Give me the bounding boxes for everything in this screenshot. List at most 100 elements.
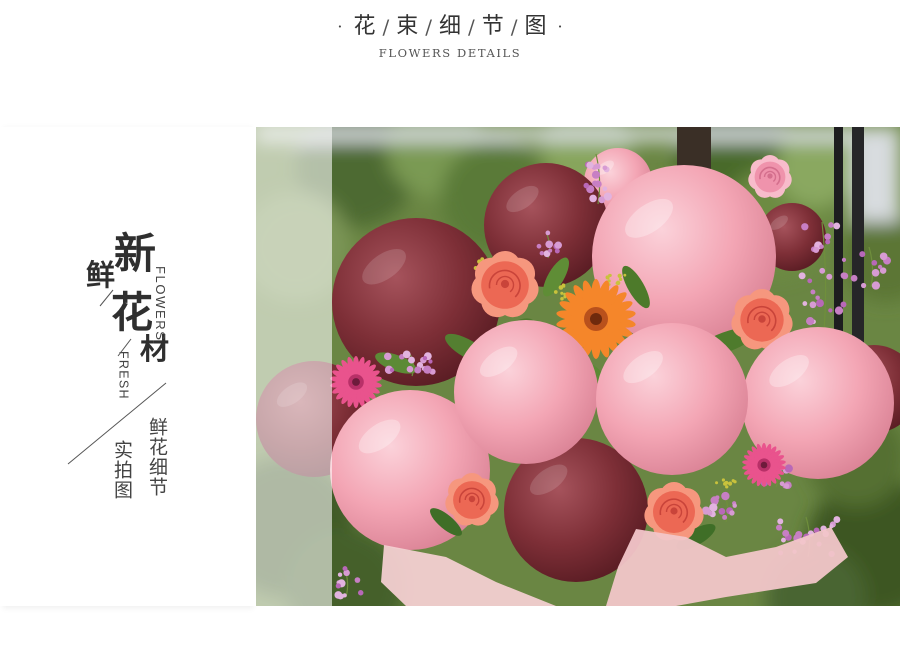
statice-floret [337,572,343,577]
statice-floret [337,594,343,600]
statice-floret [871,268,880,277]
statice-floret [802,301,808,306]
statice-floret [354,577,361,583]
rose-bud [767,173,773,179]
filler-bud [715,481,719,485]
statice-floret [841,272,849,280]
title-separator: / [425,15,432,39]
statice-floret [545,240,554,249]
balloon-body [454,320,598,464]
bouquet-photo [256,127,900,606]
statice-floret [586,161,594,169]
long-diagonal-line [67,382,167,465]
statice-floret [709,503,718,512]
pink-balloon [596,323,748,475]
statice-floret [732,503,737,508]
statice-floret [810,289,816,295]
filler-bud [724,480,729,485]
statice-floret [722,514,728,520]
title-char: 节 [481,14,504,39]
statice-floret [591,170,601,179]
gerbera-eye [590,313,602,325]
statice-floret [539,251,545,256]
statice-floret [602,165,608,171]
title-bullet-left: · [337,17,343,36]
title-char: 束 [396,14,419,39]
statice-floret [545,230,551,236]
sky-strip [256,127,900,141]
statice-floret [383,352,392,361]
title-bullet-right: · [557,17,563,36]
rose-bud [758,315,766,323]
statice-floret [357,590,364,596]
section-subtitle: FLOWERS DETAILS [378,46,522,60]
filler-bud [553,290,558,294]
slash-line [117,338,132,357]
photo-fade-overlay [256,127,332,606]
statice-floret [783,483,790,489]
statice-floret [335,583,341,589]
statice-floret [775,524,783,531]
statice-floret [406,365,414,373]
statice-floret [816,299,824,308]
filler-bud [560,296,564,301]
statice-floret [828,222,834,228]
statice-floret [389,367,395,373]
statice-floret [408,356,415,364]
statice-floret [879,252,888,261]
statice-floret [594,180,602,188]
statice-floret [833,222,841,230]
statice-floret [798,272,806,280]
section-title: · 花 / 束 / 细 / 节 / 图 · [0,12,900,42]
statice-floret [826,273,833,280]
gerbera-eye [352,378,360,386]
statice-floret [812,246,820,254]
statice-floret [833,516,841,523]
statice-floret [824,233,831,240]
statice-floret [784,464,793,473]
statice-floret [819,267,826,274]
statice-floret [834,306,844,315]
statice-floret [819,244,824,249]
statice-floret [850,274,858,282]
statice-floret [859,251,866,258]
filler-bud [725,485,729,489]
slash-line [99,289,114,307]
statice-floret [809,301,817,309]
statice-floret [721,491,730,501]
statice-floret [806,317,815,326]
statice-floret [777,518,784,525]
rose-bud [500,279,510,289]
statice-floret [402,350,411,359]
pink-balloon [454,320,598,464]
statice-floret [548,248,553,253]
statice-floret [782,529,790,537]
title-separator: / [468,15,475,39]
title-char: 花 [353,14,376,39]
filler-bud [560,291,564,295]
filler-bud [618,277,623,282]
statice-floret [729,510,735,516]
statice-floret [342,593,347,598]
statice-floret [602,186,608,192]
title-separator: / [510,15,518,39]
statice-floret [342,566,348,572]
filler-bud [731,479,735,483]
statice-floret [871,281,881,290]
decorative-slashes [67,289,167,465]
balloon-body [596,323,748,475]
statice-floret [801,223,809,231]
statice-floret [423,365,432,374]
statice-floret [877,264,883,270]
statice-floret [718,508,726,515]
statice-floret [828,308,833,313]
filler-bud [623,273,627,277]
statice-floret [841,257,847,262]
filler-bud [728,481,733,486]
title-char: 细 [438,14,461,39]
statice-floret [422,355,428,361]
filler-bud [615,280,621,286]
filler-bud [562,284,566,288]
rose-bud [670,507,678,515]
statice-floret [860,282,867,289]
